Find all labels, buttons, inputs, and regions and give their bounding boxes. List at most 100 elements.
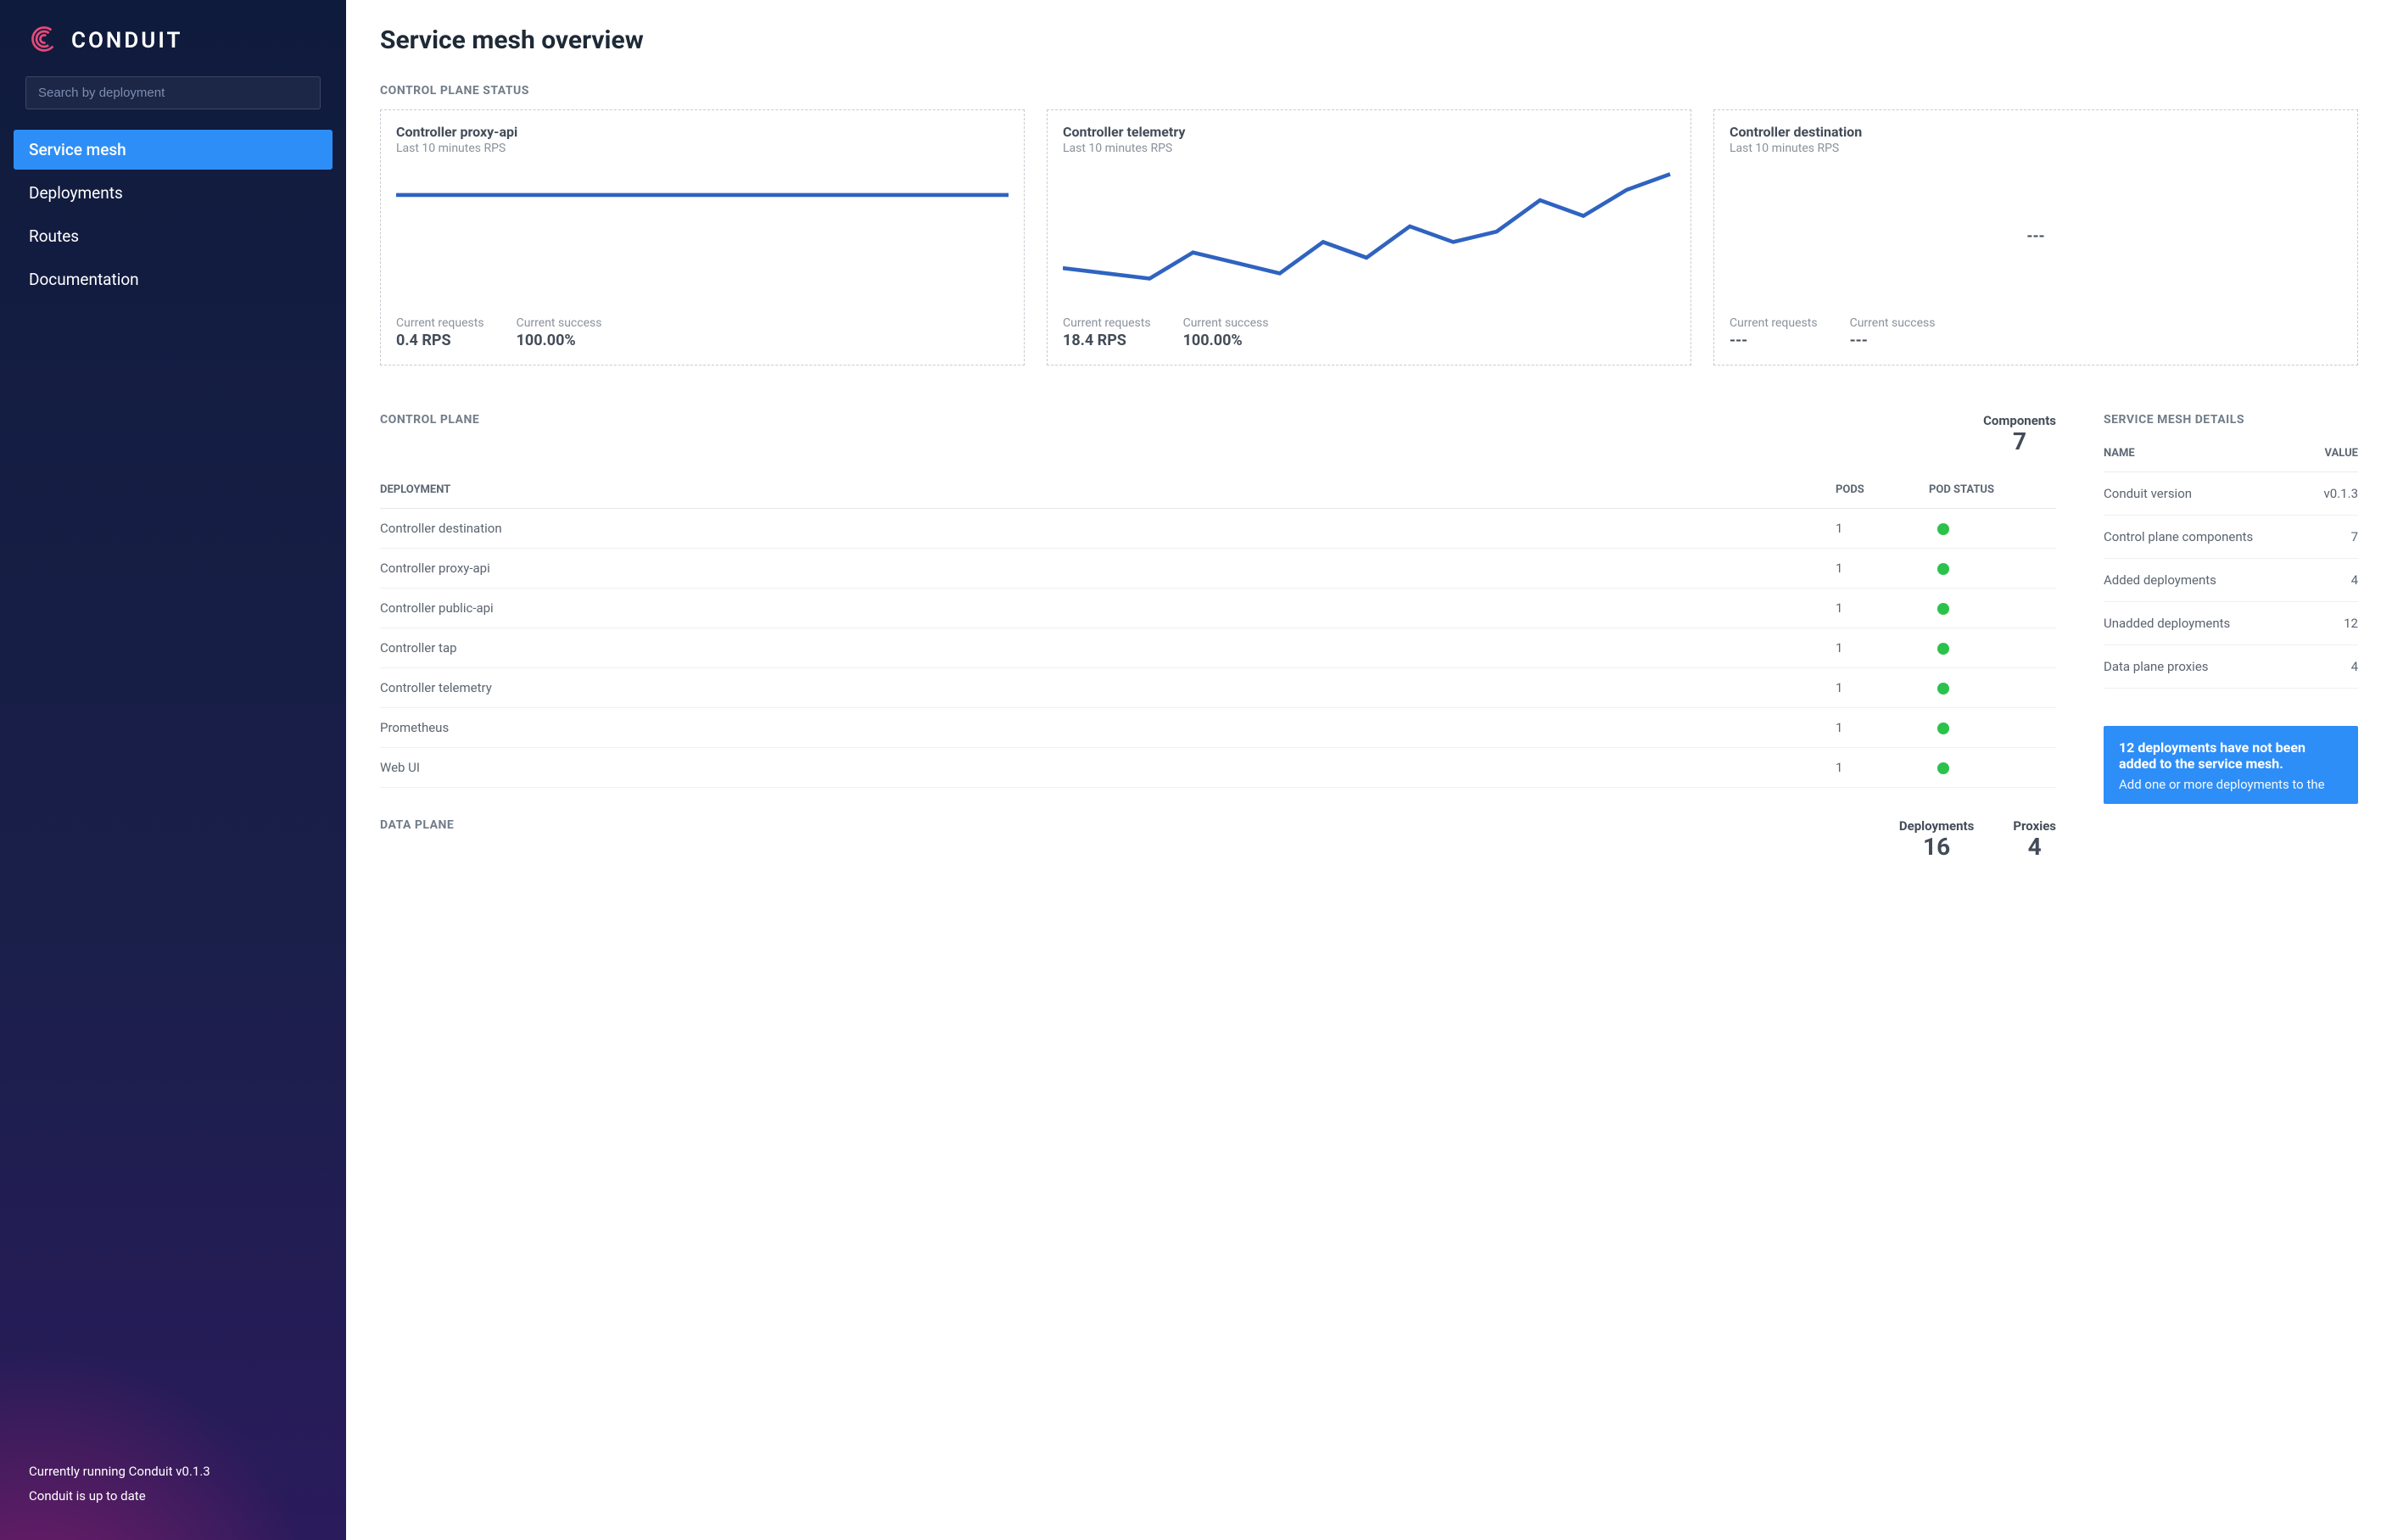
pods-count: 1 xyxy=(1836,588,1929,628)
brand-name: CONDUIT xyxy=(71,28,182,53)
card-title: Controller proxy-api xyxy=(396,124,1009,140)
update-status-text: Conduit is up to date xyxy=(29,1484,317,1509)
pod-status xyxy=(1929,707,2056,747)
col-value: VALUE xyxy=(2265,438,2358,472)
detail-value: 4 xyxy=(2265,645,2358,689)
version-text: Currently running Conduit v0.1.3 xyxy=(29,1459,317,1484)
table-row[interactable]: Web UI1 xyxy=(380,747,2056,787)
table-row[interactable]: Controller destination1 xyxy=(380,508,2056,548)
detail-value: 4 xyxy=(2265,559,2358,602)
deployment-name: Controller destination xyxy=(380,508,1836,548)
col-deployment: DEPLOYMENT xyxy=(380,475,1836,509)
deployments-count: Deployments 16 xyxy=(1899,818,1974,861)
search-container xyxy=(25,76,321,109)
data-plane-heading: DATA PLANE xyxy=(380,818,454,832)
card-subtitle: Last 10 minutes RPS xyxy=(396,142,1009,155)
table-row[interactable]: Controller tap1 xyxy=(380,628,2056,667)
table-row[interactable]: Controller public-api1 xyxy=(380,588,2056,628)
components-value: 7 xyxy=(1983,428,2056,455)
toast-title: 12 deployments have not been added to th… xyxy=(2119,739,2343,772)
sidebar-item-service-mesh[interactable]: Service mesh xyxy=(14,130,333,170)
status-dot-icon xyxy=(1937,723,1949,734)
table-row[interactable]: Prometheus1 xyxy=(380,707,2056,747)
control-plane-header: CONTROL PLANE Components 7 xyxy=(380,413,2056,455)
deployments-value: 16 xyxy=(1899,834,1974,861)
control-plane-table: DEPLOYMENT PODS POD STATUS Controller de… xyxy=(380,475,2056,788)
success-label: Current success xyxy=(1183,316,1269,330)
components-label: Components xyxy=(1983,413,2056,428)
page-title: Service mesh overview xyxy=(380,25,2358,55)
status-dot-icon xyxy=(1937,643,1949,655)
success-label: Current success xyxy=(517,316,602,330)
notice-toast[interactable]: 12 deployments have not been added to th… xyxy=(2104,726,2358,804)
status-dot-icon xyxy=(1937,603,1949,615)
sidebar-nav: Service mesh Deployments Routes Document… xyxy=(0,123,346,306)
detail-name: Data plane proxies xyxy=(2104,645,2265,689)
deployment-name: Prometheus xyxy=(380,707,1836,747)
deployment-name: Controller tap xyxy=(380,628,1836,667)
sidebar-item-routes[interactable]: Routes xyxy=(14,216,333,256)
table-row[interactable]: Controller telemetry1 xyxy=(380,667,2056,707)
pods-count: 1 xyxy=(1836,667,1929,707)
deployments-label: Deployments xyxy=(1899,818,1974,834)
detail-name: Added deployments xyxy=(2104,559,2265,602)
pod-status xyxy=(1929,588,2056,628)
toast-body: Add one or more deployments to the xyxy=(2119,777,2343,792)
card-title: Controller destination xyxy=(1730,124,2342,140)
requests-value: 18.4 RPS xyxy=(1063,332,1151,349)
sidebar-item-deployments[interactable]: Deployments xyxy=(14,173,333,213)
detail-name: Unadded deployments xyxy=(2104,602,2265,645)
status-dot-icon xyxy=(1937,683,1949,695)
detail-value: 7 xyxy=(2265,516,2358,559)
status-dot-icon xyxy=(1937,762,1949,774)
table-row: Control plane components7 xyxy=(2104,516,2358,559)
deployment-name: Web UI xyxy=(380,747,1836,787)
conduit-logo-icon xyxy=(29,24,59,58)
data-plane-header: DATA PLANE Deployments 16 Proxies 4 xyxy=(380,818,2056,861)
card-subtitle: Last 10 minutes RPS xyxy=(1063,142,1675,155)
control-plane-status-heading: CONTROL PLANE STATUS xyxy=(380,84,2358,98)
col-name: NAME xyxy=(2104,438,2265,472)
requests-value: 0.4 RPS xyxy=(396,332,484,349)
pods-count: 1 xyxy=(1836,508,1929,548)
col-pod-status: POD STATUS xyxy=(1929,475,2056,509)
detail-value: v0.1.3 xyxy=(2265,472,2358,516)
deployment-name: Controller proxy-api xyxy=(380,548,1836,588)
no-data-placeholder: --- xyxy=(1730,155,2342,316)
requests-value: --- xyxy=(1730,332,1818,349)
details-heading: SERVICE MESH DETAILS xyxy=(2104,413,2358,427)
pod-status xyxy=(1929,508,2056,548)
sparkline-chart xyxy=(1063,164,1675,310)
components-count: Components 7 xyxy=(1983,413,2056,455)
table-row[interactable]: Controller proxy-api1 xyxy=(380,548,2056,588)
status-dot-icon xyxy=(1937,563,1949,575)
pod-status xyxy=(1929,628,2056,667)
details-table: NAME VALUE Conduit versionv0.1.3Control … xyxy=(2104,438,2358,689)
pod-status xyxy=(1929,548,2056,588)
detail-name: Control plane components xyxy=(2104,516,2265,559)
sparkline-chart xyxy=(396,164,1009,310)
pods-count: 1 xyxy=(1836,548,1929,588)
pod-status xyxy=(1929,747,2056,787)
status-card-telemetry: Controller telemetry Last 10 minutes RPS… xyxy=(1047,109,1691,365)
search-input[interactable] xyxy=(25,76,321,109)
sidebar-item-documentation[interactable]: Documentation xyxy=(14,259,333,299)
deployment-name: Controller public-api xyxy=(380,588,1836,628)
brand: CONDUIT xyxy=(0,24,346,76)
table-row: Conduit versionv0.1.3 xyxy=(2104,472,2358,516)
requests-label: Current requests xyxy=(1730,316,1818,330)
col-pods: PODS xyxy=(1836,475,1929,509)
detail-value: 12 xyxy=(2265,602,2358,645)
success-label: Current success xyxy=(1850,316,1936,330)
status-card-proxy-api: Controller proxy-api Last 10 minutes RPS… xyxy=(380,109,1025,365)
detail-name: Conduit version xyxy=(2104,472,2265,516)
table-row: Unadded deployments12 xyxy=(2104,602,2358,645)
deployment-name: Controller telemetry xyxy=(380,667,1836,707)
table-row: Data plane proxies4 xyxy=(2104,645,2358,689)
success-value: --- xyxy=(1850,332,1936,349)
table-row: Added deployments4 xyxy=(2104,559,2358,602)
requests-label: Current requests xyxy=(396,316,484,330)
sidebar-footer: Currently running Conduit v0.1.3 Conduit… xyxy=(0,1459,346,1516)
pods-count: 1 xyxy=(1836,707,1929,747)
status-dot-icon xyxy=(1937,523,1949,535)
